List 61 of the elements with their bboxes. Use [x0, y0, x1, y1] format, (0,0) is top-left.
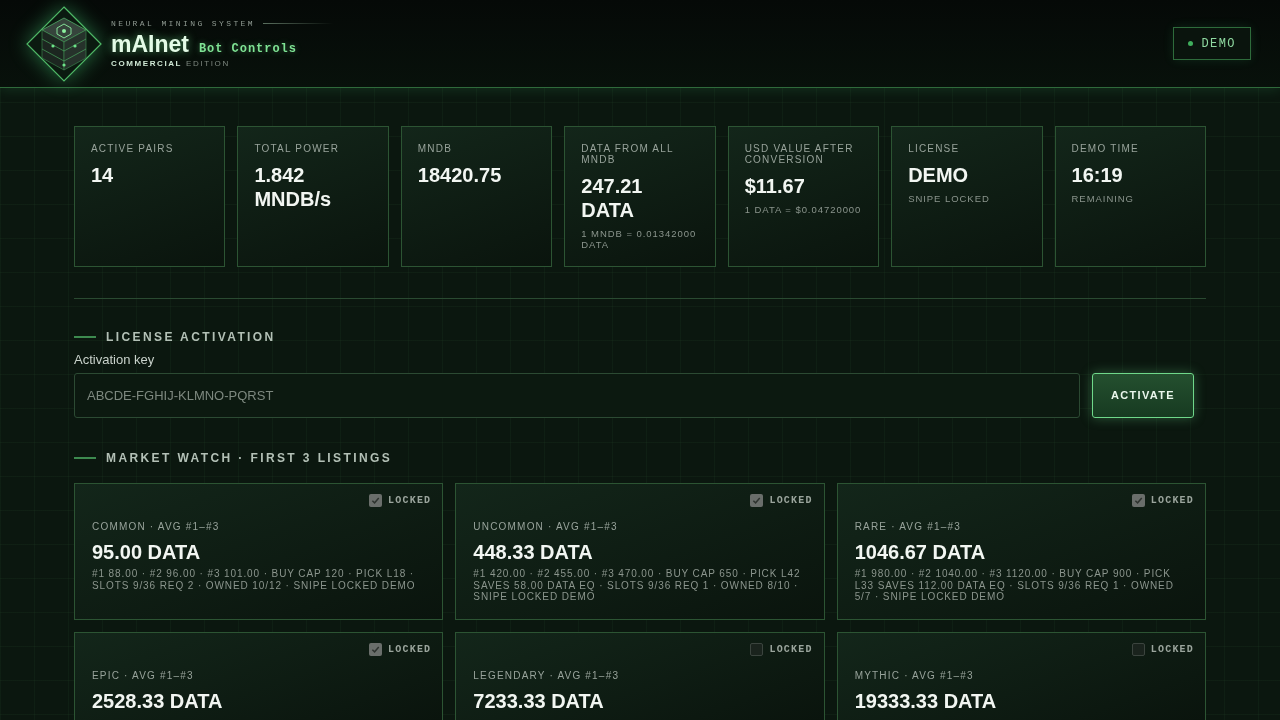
lock-checkbox[interactable]: [1131, 494, 1145, 507]
check-icon: [1133, 496, 1143, 505]
field-label: Activation key: [74, 352, 156, 367]
stat-value: DEMO: [908, 163, 970, 187]
lock-label: LOCKED: [388, 495, 432, 506]
stat-note: REMAINING: [1071, 193, 1135, 204]
lock-checkbox[interactable]: [750, 643, 764, 656]
edition-label: EDITION: [186, 59, 230, 68]
tagline: NEURAL MINING SYSTEM: [111, 19, 255, 28]
tier-label: EPIC · AVG #1–#3: [92, 670, 195, 682]
listing-details: #1 420.00 · #2 455.00 · #3 470.00 · BUY CAP 650 · PICK L42 SAVES 58.00 DATA EQ · SLOTS 9/36 REQ 1 · OWNED 8/10 · SNIPE LOCKED DEMO: [473, 568, 802, 603]
lock-label: LOCKED: [1150, 495, 1194, 506]
stat-label: MNDB: [417, 143, 454, 154]
listing-price: 7233.33 DATA: [473, 689, 605, 713]
stat-label: LICENSE: [908, 143, 961, 154]
stat-note: SNIPE LOCKED: [908, 193, 991, 204]
listing-price: 2528.33 DATA: [92, 689, 224, 713]
lock-checkbox[interactable]: [369, 643, 383, 656]
stat-label: ACTIVE PAIRS: [91, 143, 175, 154]
tier-label: RARE · AVG #1–#3: [854, 521, 962, 533]
stat-note: 1 DATA = $0.04720000: [744, 204, 863, 215]
subtitle: Bot Controls: [198, 42, 297, 55]
activate-button[interactable]: ACTIVATE: [1092, 373, 1194, 418]
section-title: LICENSE ACTIVATION: [106, 331, 276, 343]
edition-highlight: COMMERCIAL: [111, 59, 183, 68]
stat-note: 1 MNDB = 0.01342000 DATA: [581, 228, 698, 250]
lock-checkbox[interactable]: [1131, 643, 1145, 656]
tier-label: LEGENDARY · AVG #1–#3: [473, 670, 621, 682]
listing-price: 95.00 DATA: [92, 540, 202, 564]
listing-price: 19333.33 DATA: [854, 689, 998, 713]
badge-label: DEMO: [1201, 37, 1236, 50]
lock-label: LOCKED: [1150, 644, 1194, 655]
stat-label: USD VALUE AFTER CONVERSION: [744, 143, 855, 165]
stat-label: TOTAL POWER: [254, 143, 341, 154]
lock-label: LOCKED: [769, 495, 813, 506]
stat-value: 16:19: [1071, 163, 1124, 187]
stat-value: 18420.75: [417, 163, 503, 187]
section-title: MARKET WATCH · FIRST 3 LISTINGS: [106, 452, 393, 464]
check-icon: [752, 496, 762, 505]
lock-label: LOCKED: [388, 644, 432, 655]
stat-value: 14: [91, 163, 115, 187]
lock-checkbox[interactable]: [369, 494, 383, 507]
listing-details: #1 980.00 · #2 1040.00 · #3 1120.00 · BUY CAP 900 · PICK L33 SAVES 112.00 DATA EQ · SLOTS 9/36 REQ 1 · OWNED 5/7 · SNIPE LOCKED DEMO: [854, 568, 1175, 603]
brand-name: mAInet: [111, 32, 189, 56]
stat-value: 247.21 DATA: [581, 174, 644, 222]
cube-logo-icon: [26, 5, 102, 82]
check-icon: [371, 496, 381, 505]
tier-label: COMMON · AVG #1–#3: [92, 521, 221, 533]
lock-label: LOCKED: [769, 644, 813, 655]
stat-value: 1.842 MNDB/s: [254, 163, 333, 211]
listing-price: 1046.67 DATA: [854, 540, 987, 564]
lock-checkbox[interactable]: [750, 494, 764, 507]
stat-label: DATA FROM ALL MNDB: [581, 143, 675, 165]
check-icon: [371, 645, 381, 654]
listing-price: 448.33 DATA: [473, 540, 594, 564]
stat-value: $11.67: [744, 174, 806, 198]
tier-label: MYTHIC · AVG #1–#3: [854, 670, 975, 682]
stat-label: DEMO TIME: [1071, 143, 1140, 154]
listing-details: #1 88.00 · #2 96.00 · #3 101.00 · BUY CAP 120 · PICK L18 · SLOTS 9/36 REQ 2 · OWNED 10/12 · SNIPE LOCKED DEMO: [92, 568, 417, 591]
tier-label: UNCOMMON · AVG #1–#3: [473, 521, 619, 533]
activation-key-field[interactable]: ABCDE-FGHIJ-KLMNO-PQRST: [74, 373, 1080, 418]
